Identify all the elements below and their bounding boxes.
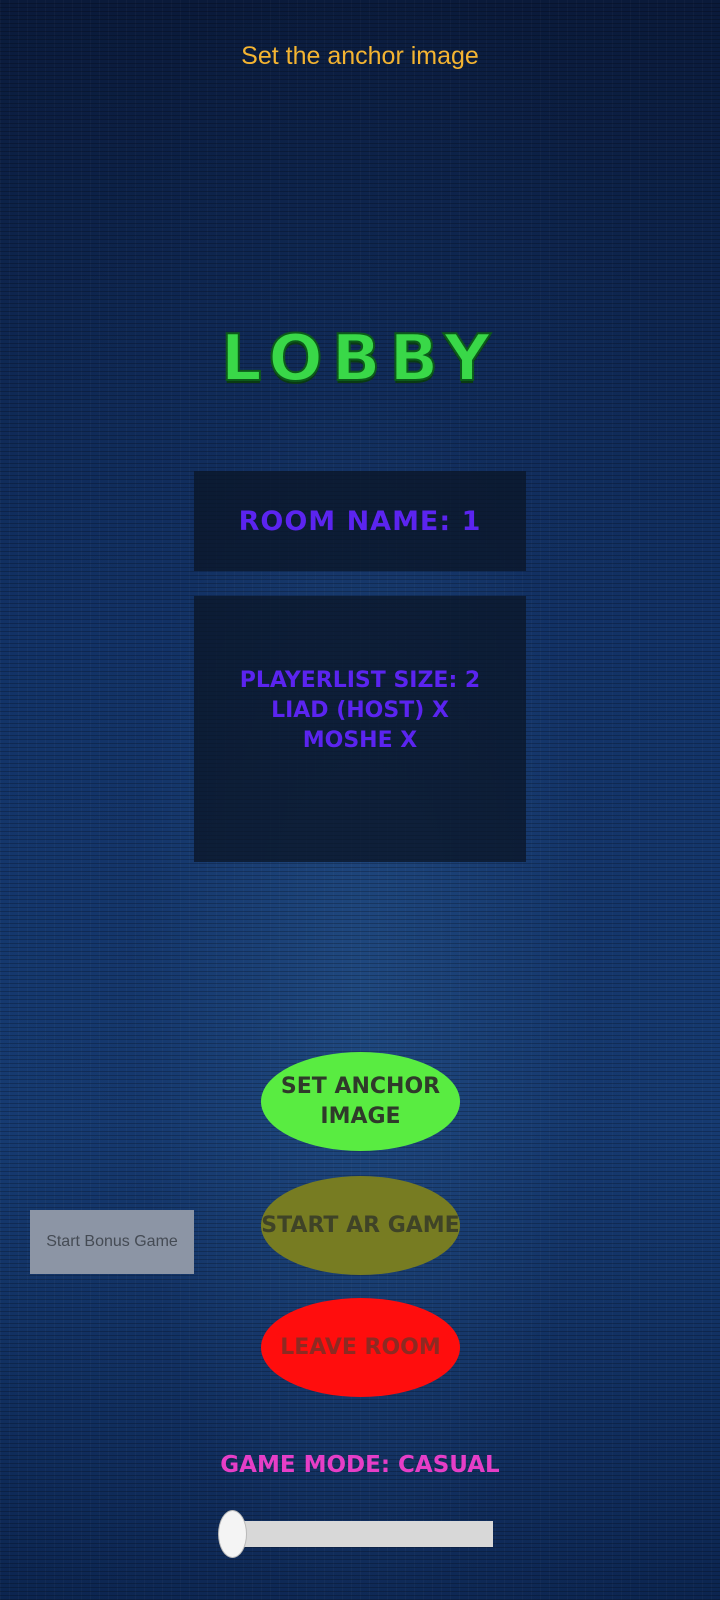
player-list-item[interactable]: MOSHE X — [194, 726, 526, 756]
slider-thumb[interactable] — [218, 1510, 247, 1558]
player-list-item[interactable]: LIAD (HOST) X — [194, 696, 526, 726]
game-mode-label: GAME MODE: CASUAL — [220, 1452, 500, 1478]
room-name-label: ROOM NAME: 1 — [238, 505, 482, 537]
status-message: Set the anchor image — [241, 42, 479, 70]
player-list: PLAYERLIST SIZE: 2 LIAD (HOST) X MOSHE X — [194, 666, 526, 756]
player-list-size: PLAYERLIST SIZE: 2 — [239, 668, 481, 693]
game-mode-slider[interactable] — [218, 1510, 494, 1558]
start-bonus-game-button[interactable]: Start Bonus Game — [30, 1210, 194, 1274]
player-list-panel: PLAYERLIST SIZE: 2 LIAD (HOST) X MOSHE X — [194, 596, 526, 862]
start-ar-game-button[interactable]: START AR GAME — [261, 1176, 460, 1275]
set-anchor-image-button[interactable]: SET ANCHOR IMAGE — [261, 1052, 460, 1151]
lobby-title: LOBBY — [220, 321, 500, 397]
room-name-panel: ROOM NAME: 1 — [194, 471, 526, 571]
leave-room-button[interactable]: LEAVE ROOM — [261, 1298, 460, 1397]
slider-track[interactable] — [232, 1521, 493, 1547]
